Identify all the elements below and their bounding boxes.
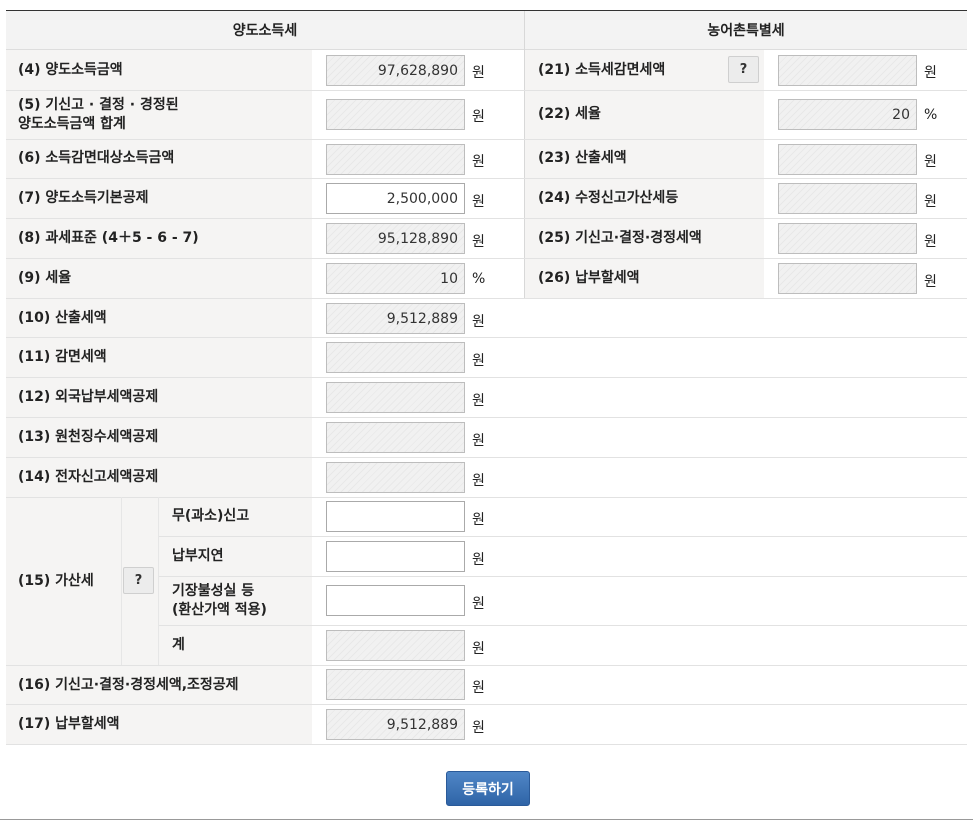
computed-tax-field[interactable] [326,303,465,334]
unit-percent: % [924,107,938,123]
unit-won: 원 [472,65,485,81]
payable-tax-field[interactable] [326,709,465,740]
amended-penalty-field[interactable] [778,183,917,214]
label-foreign-tax-credit: (12) 외국납부세액공제 [18,389,159,405]
unit-won: 원 [472,641,485,657]
label-penalty-total: 계 [172,637,185,653]
tax-rate-field[interactable] [326,263,465,294]
unit-won: 원 [472,596,485,612]
unit-won: 원 [472,234,485,250]
penalty-tax-help-button[interactable]: ? [123,567,154,594]
unit-won: 원 [472,680,485,696]
label-income-tax-reduction: (21) 소득세감면세액 [538,62,666,78]
tax-base-field[interactable] [326,223,465,254]
header-capital-gains-tax: 양도소득세 [6,11,524,50]
unit-won: 원 [924,274,937,290]
label-e-filing-credit: (14) 전자신고세액공제 [18,469,159,485]
label-rural-payable-tax: (26) 납부할세액 [538,270,640,286]
penalty-total-field[interactable] [326,630,465,661]
unit-won: 원 [472,194,485,210]
unit-won: 원 [472,109,485,125]
rural-tax-rate-field[interactable] [778,99,917,130]
label-payable-tax: (17) 납부할세액 [18,716,120,732]
unit-won: 원 [472,353,485,369]
right-label-column-bg [525,50,764,298]
header-left-label: 양도소득세 [232,23,298,39]
label-late-payment: 납부지연 [172,548,224,564]
e-filing-credit-field[interactable] [326,462,465,493]
unit-won: 원 [472,473,485,489]
header-rural-special-tax: 농어촌특별세 [525,11,967,50]
label-prior-tax-adjustment: (16) 기신고·결정·경정세액,조정공제 [18,677,239,693]
unit-won: 원 [924,154,937,170]
transfer-income-field[interactable] [326,55,465,86]
reduction-target-income-field[interactable] [326,144,465,175]
header-right-label: 농어촌특별세 [707,23,785,39]
label-bookkeeping-line1: 기장불성실 등 [172,583,255,599]
label-computed-tax: (10) 산출세액 [18,310,107,326]
label-rural-computed-tax: (23) 산출세액 [538,150,627,166]
rural-prior-tax-field[interactable] [778,223,917,254]
label-transfer-income: (4) 양도소득금액 [18,62,123,78]
bottom-border [0,819,973,820]
label-tax-reduction: (11) 감면세액 [18,349,107,365]
unit-won: 원 [924,234,937,250]
label-tax-base: (8) 과세표준 (4＋5 - 6 - 7) [18,230,199,246]
basic-deduction-input[interactable] [326,183,465,214]
unit-won: 원 [472,720,485,736]
unit-won: 원 [472,433,485,449]
unit-won: 원 [924,65,937,81]
unit-percent: % [472,271,486,287]
unit-won: 원 [924,194,937,210]
unit-won: 원 [472,154,485,170]
unit-won: 원 [472,393,485,409]
foreign-tax-credit-field[interactable] [326,382,465,413]
unit-won: 원 [472,552,485,568]
income-tax-reduction-help-button[interactable]: ? [728,56,759,83]
bookkeeping-input[interactable] [326,585,465,616]
section-divider [524,11,525,298]
tax-reduction-field[interactable] [326,342,465,373]
label-amended-penalty: (24) 수정신고가산세등 [538,190,679,206]
withholding-credit-field[interactable] [326,422,465,453]
label-penalty-tax: (15) 가산세 [18,573,94,589]
label-underreporting: 무(과소)신고 [172,508,250,524]
late-payment-input[interactable] [326,541,465,572]
label-rural-tax-rate: (22) 세율 [538,106,601,122]
prior-filed-total-field[interactable] [326,99,465,130]
label-prior-filed-total-line1: (5) 기신고 · 결정 · 경정된 [18,97,179,113]
rural-payable-tax-field[interactable] [778,263,917,294]
label-withholding-credit: (13) 원천징수세액공제 [18,429,159,445]
label-reduction-target-income: (6) 소득감면대상소득금액 [18,150,175,166]
unit-won: 원 [472,314,485,330]
prior-tax-adjustment-field[interactable] [326,669,465,700]
label-tax-rate: (9) 세율 [18,270,72,286]
register-button[interactable]: 등록하기 [446,771,530,806]
underreporting-input[interactable] [326,501,465,532]
label-bookkeeping-line2: (환산가액 적용) [172,602,267,618]
label-prior-filed-total-line2: 양도소득금액 합계 [18,116,126,132]
label-basic-deduction: (7) 양도소득기본공제 [18,190,149,206]
label-rural-prior-tax: (25) 기신고·결정·경정세액 [538,230,702,246]
unit-won: 원 [472,512,485,528]
rural-computed-tax-field[interactable] [778,144,917,175]
rural-income-tax-reduction-field[interactable] [778,55,917,86]
